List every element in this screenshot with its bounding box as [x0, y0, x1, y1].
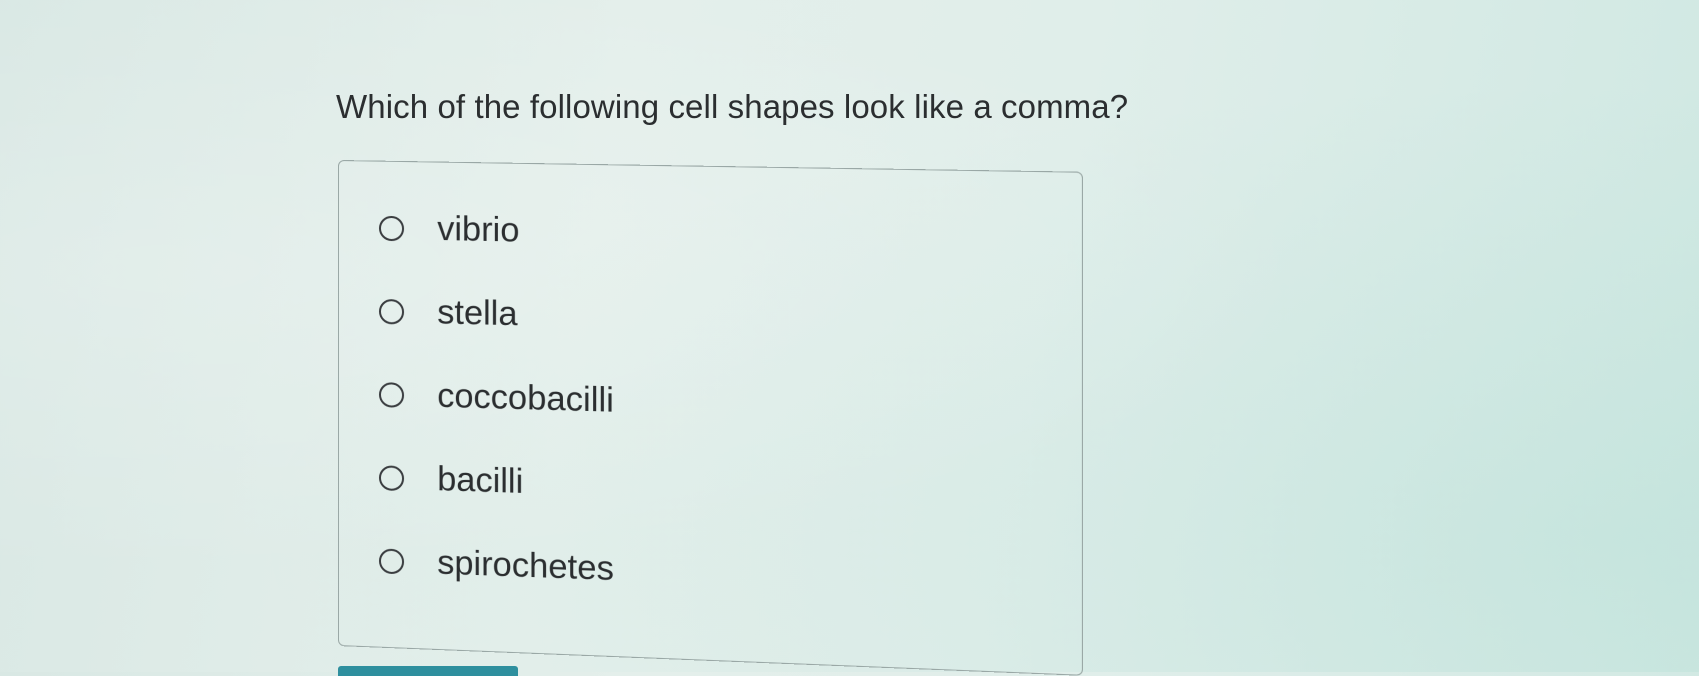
option-label: spirochetes — [437, 543, 614, 589]
radio-button-icon[interactable] — [379, 216, 404, 242]
radio-button-icon[interactable] — [379, 382, 404, 408]
option-bacilli[interactable]: bacilli — [379, 458, 523, 502]
radio-button-icon[interactable] — [379, 465, 404, 491]
radio-button-icon[interactable] — [379, 548, 404, 574]
option-label: stella — [437, 293, 517, 334]
question-text: Which of the following cell shapes look … — [336, 88, 1128, 126]
option-label: bacilli — [437, 460, 523, 502]
submit-button-partial[interactable] — [338, 666, 518, 676]
answer-options-group: vibrio stella coccobacilli bacilli spiro… — [338, 160, 1083, 676]
option-coccobacilli[interactable]: coccobacilli — [379, 375, 614, 421]
radio-button-icon[interactable] — [379, 299, 404, 325]
option-spirochetes[interactable]: spirochetes — [379, 541, 614, 589]
option-label: vibrio — [437, 210, 519, 251]
option-label: coccobacilli — [437, 377, 614, 421]
option-stella[interactable]: stella — [379, 292, 518, 334]
option-vibrio[interactable]: vibrio — [379, 209, 519, 251]
